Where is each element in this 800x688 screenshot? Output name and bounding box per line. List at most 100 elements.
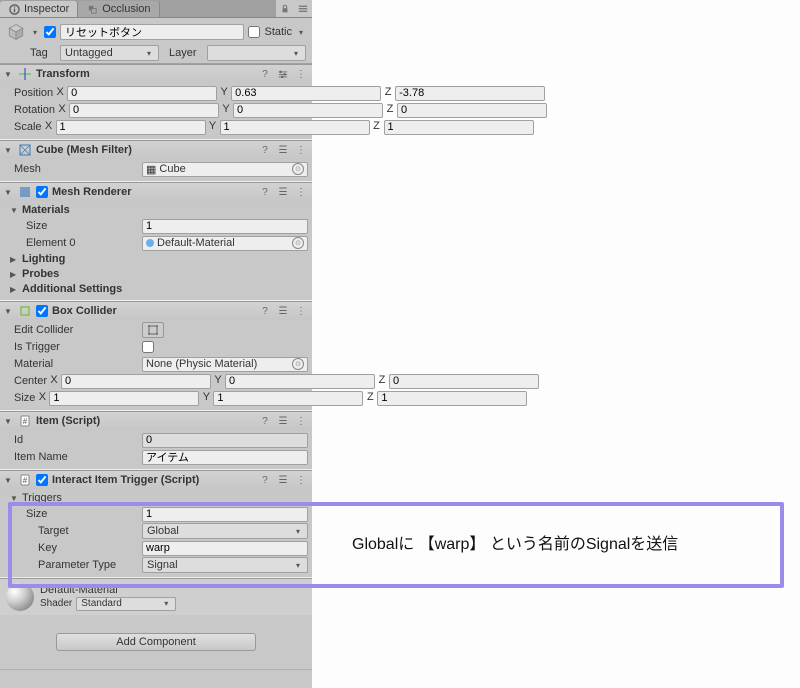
chevron-down-icon[interactable]: ▾: [30, 28, 40, 37]
static-checkbox[interactable]: [248, 26, 260, 38]
tag-dropdown[interactable]: Untagged▾: [60, 45, 159, 61]
shader-label: Shader: [40, 598, 72, 609]
component-title: Item (Script): [36, 415, 254, 427]
materials-size-input[interactable]: [142, 219, 308, 234]
component-header[interactable]: ▼ # Interact Item Trigger (Script) ? ☰ ⋮: [0, 471, 312, 489]
target-dropdown[interactable]: Global▾: [142, 523, 308, 539]
is-trigger-checkbox[interactable]: [142, 341, 154, 353]
probes-foldout[interactable]: ▶Probes: [4, 267, 308, 281]
help-icon[interactable]: ?: [258, 67, 272, 81]
preset-icon[interactable]: ☰: [276, 143, 290, 157]
kebab-icon[interactable]: ⋮: [294, 414, 308, 428]
physic-material-field[interactable]: None (Physic Material)⊙: [142, 357, 308, 372]
key-input[interactable]: [142, 541, 308, 556]
mesh-filter-component: ▼ Cube (Mesh Filter) ? ☰ ⋮ Mesh ▦Cube⊙: [0, 140, 312, 182]
preset-icon[interactable]: ☰: [276, 304, 290, 318]
item-script-component: ▼ # Item (Script) ? ☰ ⋮ Id Item Name: [0, 411, 312, 470]
scale-label: Scale: [4, 121, 42, 133]
component-header[interactable]: ▼ Box Collider ? ☰ ⋮: [0, 302, 312, 320]
scale-x-input[interactable]: [56, 120, 206, 135]
chevron-down-icon[interactable]: ▾: [296, 28, 306, 37]
edit-collider-button[interactable]: [142, 322, 164, 338]
preset-icon[interactable]: ☰: [276, 185, 290, 199]
position-y-input[interactable]: [231, 86, 381, 101]
foldout-icon[interactable]: ▼: [4, 70, 14, 79]
component-header[interactable]: ▼ Transform ? ⋮: [0, 65, 312, 83]
kebab-icon[interactable]: ⋮: [294, 67, 308, 81]
gameobject-name-input[interactable]: [60, 24, 244, 40]
kebab-icon[interactable]: ⋮: [294, 304, 308, 318]
rotation-z-input[interactable]: [397, 103, 547, 118]
parameter-type-dropdown[interactable]: Signal▾: [142, 557, 308, 573]
triggers-foldout[interactable]: ▼Triggers: [4, 491, 308, 505]
foldout-icon[interactable]: ▼: [4, 188, 14, 197]
enable-checkbox[interactable]: [36, 186, 48, 198]
kebab-icon[interactable]: ⋮: [294, 473, 308, 487]
position-x-input[interactable]: [67, 86, 217, 101]
z-label: Z: [365, 391, 375, 406]
mesh-field[interactable]: ▦Cube⊙: [142, 162, 308, 177]
transform-component: ▼ Transform ? ⋮ Position X Y Z Rotation …: [0, 64, 312, 140]
foldout-icon[interactable]: ▼: [4, 307, 14, 316]
rotation-x-input[interactable]: [69, 103, 219, 118]
size-x-input[interactable]: [49, 391, 199, 406]
component-header[interactable]: ▼ Cube (Mesh Filter) ? ☰ ⋮: [0, 141, 312, 159]
object-picker-icon[interactable]: ⊙: [292, 163, 304, 175]
lighting-foldout[interactable]: ▶Lighting: [4, 252, 308, 266]
edit-collider-label: Edit Collider: [4, 324, 140, 336]
element0-value: Default-Material: [157, 237, 235, 249]
help-icon[interactable]: ?: [258, 143, 272, 157]
kebab-icon[interactable]: ⋮: [294, 143, 308, 157]
item-name-input[interactable]: [142, 450, 308, 465]
materials-label: Materials: [22, 204, 70, 216]
component-header[interactable]: ▼ # Item (Script) ? ☰ ⋮: [0, 412, 312, 430]
preset-icon[interactable]: ☰: [276, 414, 290, 428]
center-y-input[interactable]: [225, 374, 375, 389]
size-y-input[interactable]: [213, 391, 363, 406]
gameobject-icon[interactable]: [6, 22, 26, 42]
component-header[interactable]: ▼ Mesh Renderer ? ☰ ⋮: [0, 183, 312, 201]
object-picker-icon[interactable]: ⊙: [292, 358, 304, 370]
rotation-y-input[interactable]: [233, 103, 383, 118]
lock-icon[interactable]: [276, 0, 294, 17]
component-title: Mesh Renderer: [52, 186, 254, 198]
foldout-icon[interactable]: ▼: [4, 476, 14, 485]
foldout-icon[interactable]: ▼: [4, 417, 14, 426]
shader-dropdown[interactable]: Standard▾: [76, 597, 176, 611]
scale-y-input[interactable]: [220, 120, 370, 135]
active-checkbox[interactable]: [44, 26, 56, 38]
additional-label: Additional Settings: [22, 283, 122, 295]
element0-field[interactable]: Default-Material ⊙: [142, 236, 308, 251]
enable-checkbox[interactable]: [36, 474, 48, 486]
add-component-button[interactable]: Add Component: [56, 633, 256, 651]
item-name-label: Item Name: [4, 451, 140, 463]
preset-icon[interactable]: [276, 67, 290, 81]
preset-icon[interactable]: ☰: [276, 473, 290, 487]
foldout-icon: ▶: [10, 270, 18, 279]
foldout-icon[interactable]: ▼: [4, 146, 14, 155]
triggers-size-input[interactable]: [142, 507, 308, 522]
object-picker-icon[interactable]: ⊙: [292, 237, 304, 249]
chevron-down-icon: ▾: [161, 599, 171, 608]
tab-occlusion[interactable]: Occlusion: [78, 1, 159, 17]
additional-settings-foldout[interactable]: ▶Additional Settings: [4, 282, 308, 296]
size-z-input[interactable]: [377, 391, 527, 406]
position-z-input[interactable]: [395, 86, 545, 101]
center-z-input[interactable]: [389, 374, 539, 389]
help-icon[interactable]: ?: [258, 414, 272, 428]
material-preview[interactable]: Default-Material Shader Standard▾: [0, 578, 312, 615]
id-label: Id: [4, 434, 140, 446]
enable-checkbox[interactable]: [36, 305, 48, 317]
kebab-icon[interactable]: ⋮: [294, 185, 308, 199]
help-icon[interactable]: ?: [258, 473, 272, 487]
tab-inspector[interactable]: Inspector: [0, 1, 78, 17]
add-component-area: Add Component: [0, 615, 312, 669]
materials-foldout[interactable]: ▼Materials: [4, 203, 308, 217]
component-title: Transform: [36, 68, 254, 80]
scale-z-input[interactable]: [384, 120, 534, 135]
layer-dropdown[interactable]: ▾: [207, 45, 306, 61]
panel-menu-icon[interactable]: [294, 0, 312, 17]
center-x-input[interactable]: [61, 374, 211, 389]
help-icon[interactable]: ?: [258, 304, 272, 318]
help-icon[interactable]: ?: [258, 185, 272, 199]
